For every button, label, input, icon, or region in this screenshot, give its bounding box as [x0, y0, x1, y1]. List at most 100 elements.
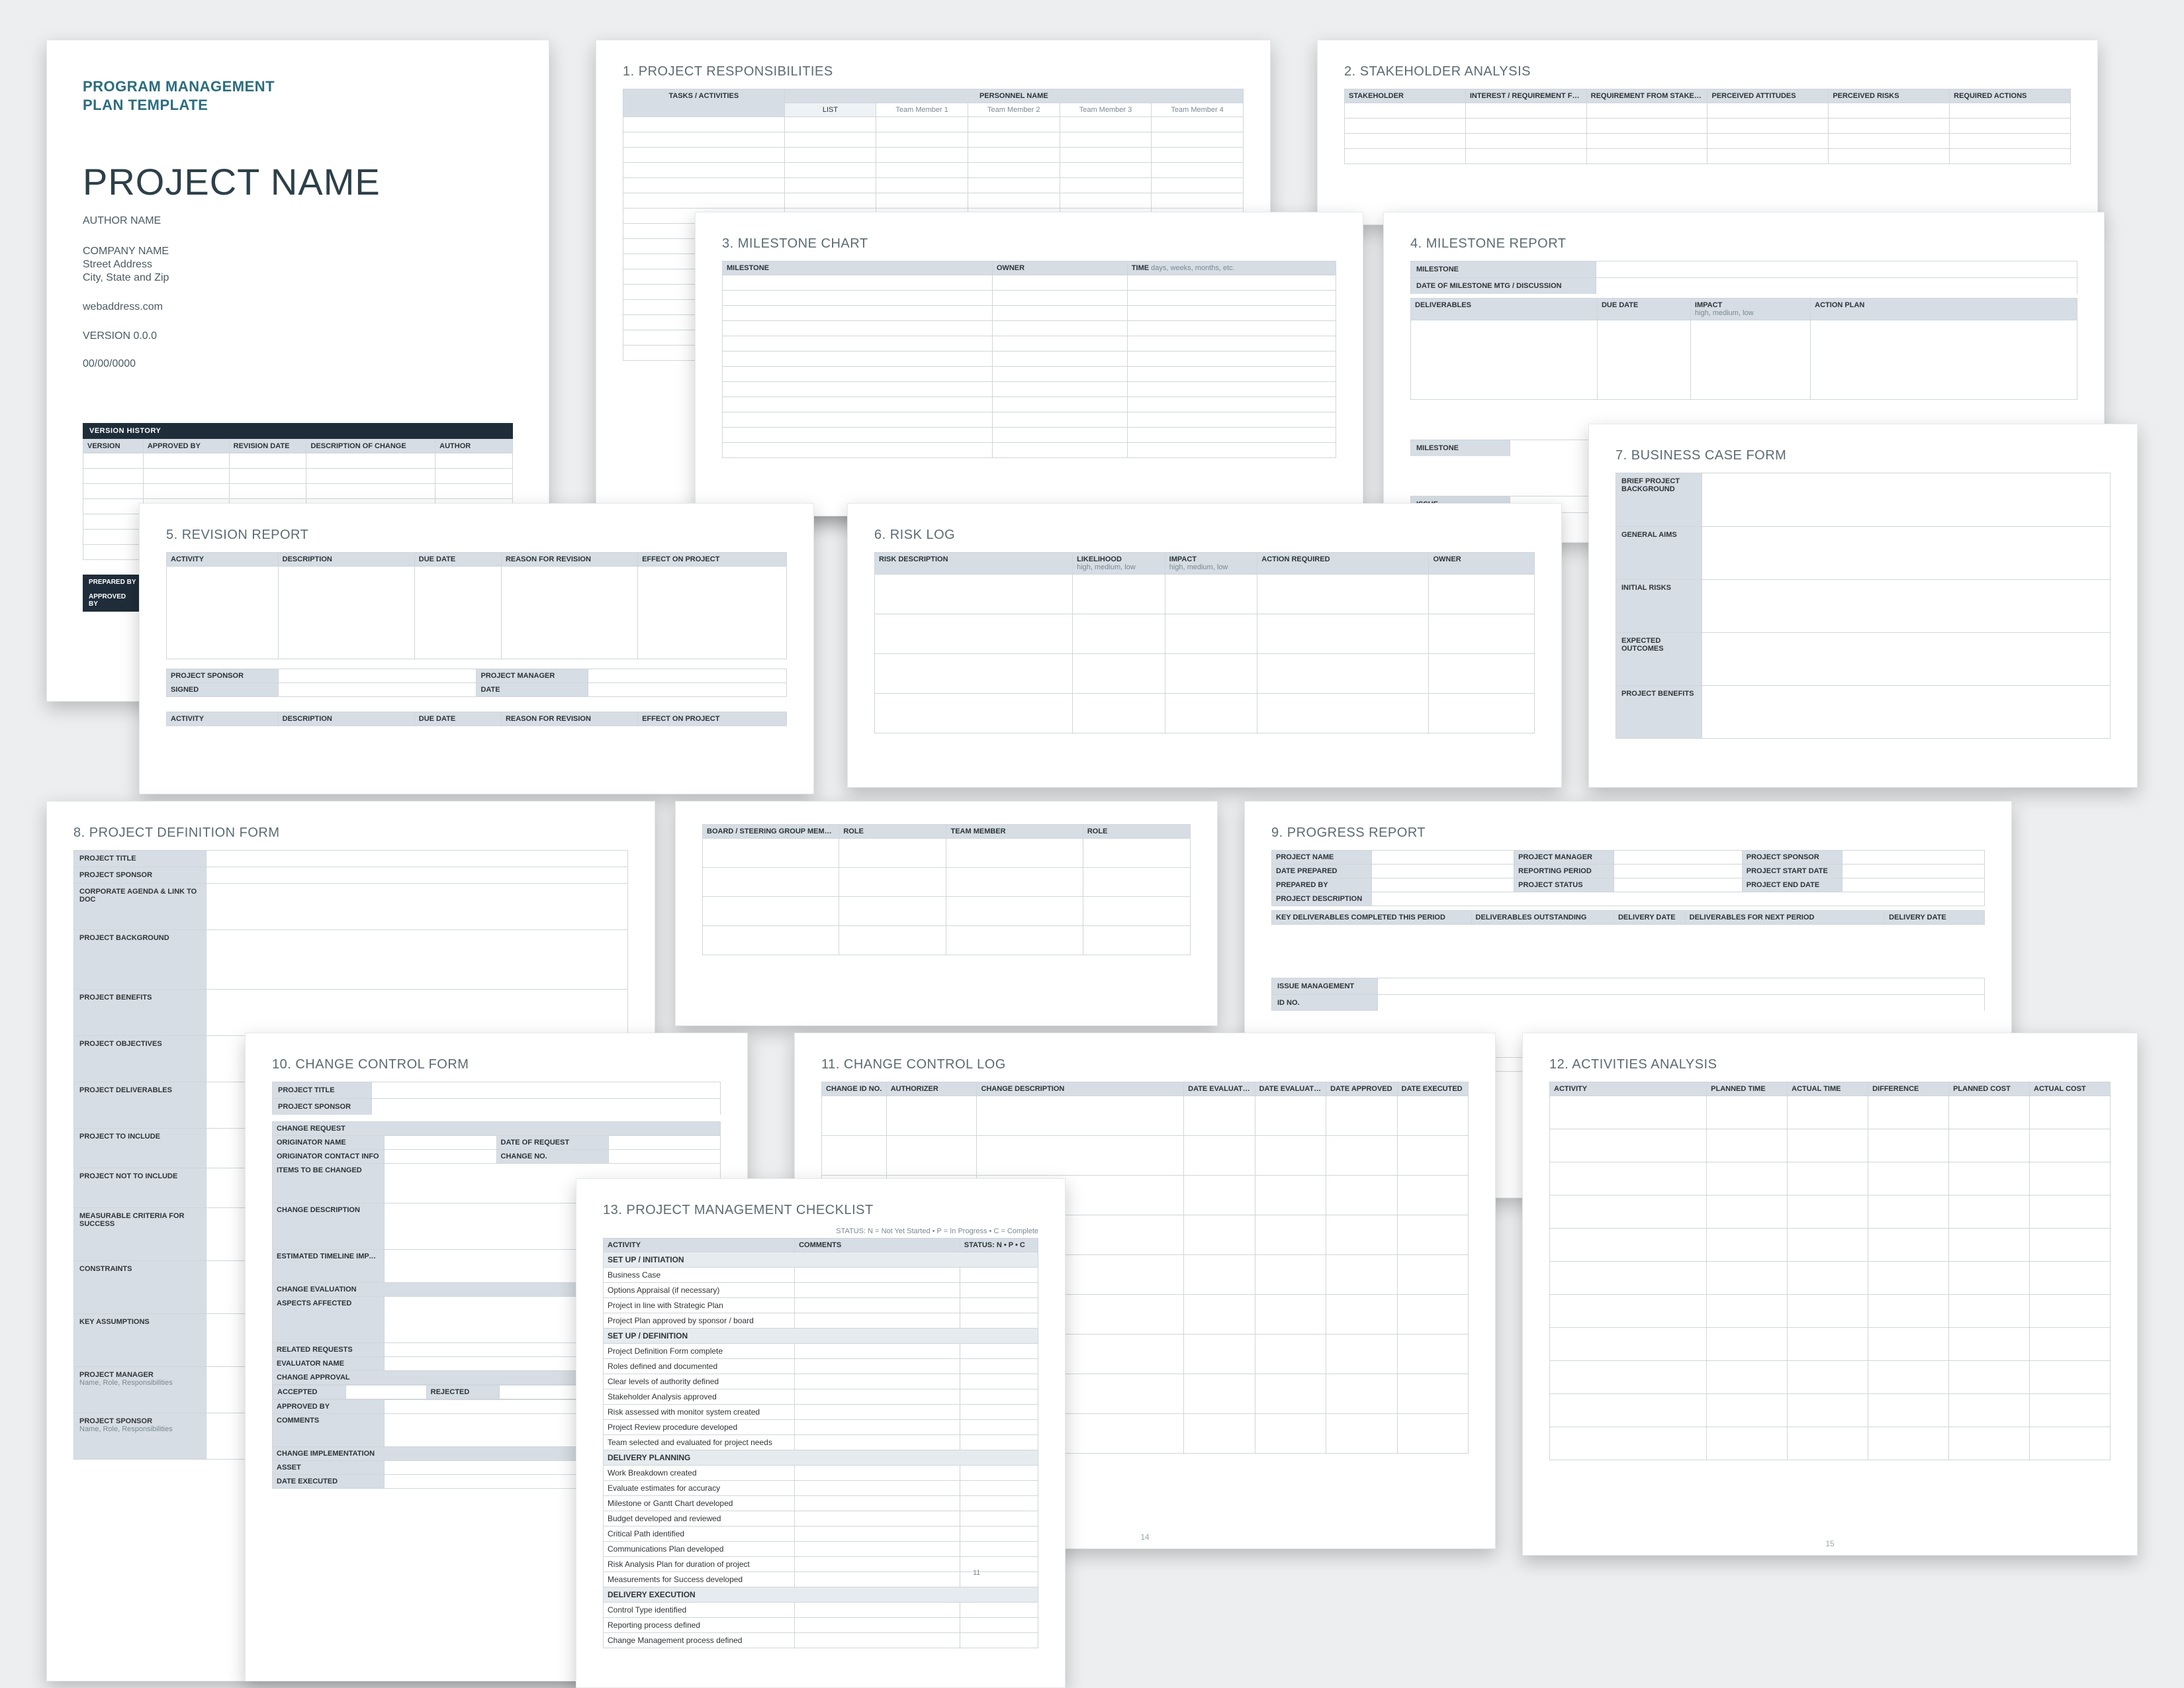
ccf-items: ITEMS TO BE CHANGED	[273, 1164, 385, 1203]
pd-benefits: PROJECT BENEFITS	[74, 990, 206, 1035]
template-brand-line2: PLAN TEMPLATE	[83, 96, 513, 115]
activities-analysis-page: 12. ACTIVITIES ANALYSIS ACTIVITY PLANNED…	[1522, 1033, 2138, 1556]
member-3: Team Member 3	[1060, 103, 1152, 117]
ccf-rejected[interactable]: REJECTED	[426, 1385, 499, 1399]
company-name: COMPANY NAME	[83, 246, 513, 258]
checklist-comments-cell[interactable]	[795, 1268, 960, 1283]
checklist-status-cell[interactable]	[960, 1283, 1038, 1298]
checklist-comments-cell[interactable]	[795, 1481, 960, 1496]
pr-reporting-period: REPORTING PERIOD	[1514, 865, 1614, 878]
checklist-comments-cell[interactable]	[795, 1283, 960, 1298]
label-id-no: ID NO.	[1272, 995, 1378, 1011]
col-description: DESCRIPTION OF CHANGE	[306, 440, 435, 453]
col-revision-date: REVISION DATE	[229, 440, 306, 453]
checklist-status-cell[interactable]	[960, 1420, 1038, 1435]
checklist-status-cell[interactable]	[960, 1313, 1038, 1329]
checklist-status-cell[interactable]	[960, 1526, 1038, 1542]
prepared-by-label: PREPARED BY	[83, 575, 142, 590]
col-date-approved: DATE APPROVED	[1326, 1082, 1397, 1096]
pr-prepared-by: PREPARED BY	[1272, 878, 1372, 892]
col-tasks: TASKS / ACTIVITIES	[623, 89, 785, 117]
checklist-comments-cell[interactable]	[795, 1389, 960, 1405]
col-reason: REASON FOR REVISION	[501, 553, 637, 567]
checklist-comments-cell[interactable]	[795, 1435, 960, 1450]
col-date-eval2: DATE EVALUATED	[1255, 1082, 1326, 1096]
col-actual-time: ACTUAL TIME	[1788, 1082, 1868, 1096]
checklist-comments-cell[interactable]	[795, 1511, 960, 1526]
checklist-status-cell[interactable]	[960, 1405, 1038, 1420]
ccf-approved-by: APPROVED BY	[273, 1400, 385, 1414]
checklist-status-cell[interactable]	[960, 1466, 1038, 1481]
col-action-req: ACTION REQUIRED	[1257, 553, 1429, 575]
checklist-comments-cell[interactable]	[795, 1298, 960, 1313]
checklist-status-cell[interactable]	[960, 1511, 1038, 1526]
checklist-comments-cell[interactable]	[795, 1496, 960, 1511]
checklist-comments-cell[interactable]	[795, 1603, 960, 1618]
checklist-status-cell[interactable]	[960, 1374, 1038, 1389]
pd-sponsor2: PROJECT SPONSORName, Role, Responsibilit…	[74, 1413, 206, 1459]
ccf-accepted[interactable]: ACCEPTED	[273, 1385, 346, 1399]
milestone-report-table: DELIVERABLES DUE DATE IMPACThigh, medium…	[1410, 298, 2077, 400]
col-effect-2: EFFECT ON PROJECT	[638, 712, 787, 726]
checklist-item: Control Type identified	[604, 1603, 795, 1618]
section-9-title: 9. PROGRESS REPORT	[1271, 825, 1985, 841]
checklist-comments-cell[interactable]	[795, 1618, 960, 1633]
col-risks: PERCEIVED RISKS	[1829, 89, 1950, 103]
checklist-comments-cell[interactable]	[795, 1633, 960, 1648]
col-status: STATUS: N • P • C	[960, 1239, 1038, 1252]
checklist-comments-cell[interactable]	[795, 1557, 960, 1572]
checklist-item: Critical Path identified	[604, 1526, 795, 1542]
checklist-comments-cell[interactable]	[795, 1313, 960, 1329]
checklist-comments-cell[interactable]	[795, 1359, 960, 1374]
checklist-item: Budget developed and reviewed	[604, 1511, 795, 1526]
checklist-status-cell[interactable]	[960, 1481, 1038, 1496]
milestone-chart-table: MILESTONE OWNER TIME days, weeks, months…	[722, 261, 1336, 458]
checklist-status-cell[interactable]	[960, 1572, 1038, 1587]
stakeholder-table: STAKEHOLDER INTEREST / REQUIREMENT FROM …	[1344, 89, 2071, 164]
col-description: DESCRIPTION	[278, 553, 414, 567]
checklist-status-cell[interactable]	[960, 1633, 1038, 1648]
revision-table-top: ACTIVITY DESCRIPTION DUE DATE REASON FOR…	[166, 552, 787, 659]
checklist-status-cell[interactable]	[960, 1557, 1038, 1572]
checklist-status-cell[interactable]	[960, 1618, 1038, 1633]
checklist-status-cell[interactable]	[960, 1603, 1038, 1618]
checklist-comments-cell[interactable]	[795, 1344, 960, 1359]
checklist-comments-cell[interactable]	[795, 1542, 960, 1557]
checklist-status-cell[interactable]	[960, 1496, 1038, 1511]
col-planned-cost: PLANNED COST	[1949, 1082, 2030, 1096]
checklist-item: Business Case	[604, 1268, 795, 1283]
pr-manager: PROJECT MANAGER	[1514, 851, 1614, 865]
checklist-comments-cell[interactable]	[795, 1420, 960, 1435]
checklist-comments-cell[interactable]	[795, 1405, 960, 1420]
section-5-title: 5. REVISION REPORT	[166, 528, 787, 543]
checklist-comments-cell[interactable]	[795, 1374, 960, 1389]
col-key-deliverables: KEY DELIVERABLES COMPLETED THIS PERIOD	[1272, 911, 1472, 925]
col-description-2: DESCRIPTION	[278, 712, 414, 726]
checklist-status-cell[interactable]	[960, 1359, 1038, 1374]
col-activity: ACTIVITY	[1550, 1082, 1707, 1096]
checklist-comments-cell[interactable]	[795, 1572, 960, 1587]
checklist-item: Change Management process defined	[604, 1633, 795, 1648]
checklist-status-cell[interactable]	[960, 1298, 1038, 1313]
col-effect: EFFECT ON PROJECT	[638, 553, 787, 567]
checklist-status-cell[interactable]	[960, 1268, 1038, 1283]
checklist-status-cell[interactable]	[960, 1435, 1038, 1450]
checklist-status-cell[interactable]	[960, 1344, 1038, 1359]
col-date-eval: DATE EVALUATED	[1184, 1082, 1255, 1096]
progress-header-table: PROJECT NAME PROJECT MANAGER PROJECT SPO…	[1271, 850, 1985, 906]
member-2: Team Member 2	[968, 103, 1060, 117]
page-number-11: 11	[973, 1569, 980, 1577]
checklist-comments-cell[interactable]	[795, 1466, 960, 1481]
col-owner: OWNER	[1429, 553, 1535, 575]
checklist-status-cell[interactable]	[960, 1389, 1038, 1405]
col-diff: DIFFERENCE	[1868, 1082, 1949, 1096]
section-12-title: 12. ACTIVITIES ANALYSIS	[1549, 1057, 2111, 1072]
checklist-item: Project Definition Form complete	[604, 1344, 795, 1359]
col-outstanding: DELIVERABLES OUTSTANDING	[1471, 911, 1614, 925]
checklist-comments-cell[interactable]	[795, 1526, 960, 1542]
steering-group-page: BOARD / STEERING GROUP MEMBER ROLE TEAM …	[675, 801, 1218, 1026]
checklist-group: DELIVERY EXECUTION	[604, 1587, 1038, 1603]
checklist-status-cell[interactable]	[960, 1542, 1038, 1557]
author-name: AUTHOR NAME	[83, 215, 513, 227]
col-actual-cost: ACTUAL COST	[2030, 1082, 2111, 1096]
